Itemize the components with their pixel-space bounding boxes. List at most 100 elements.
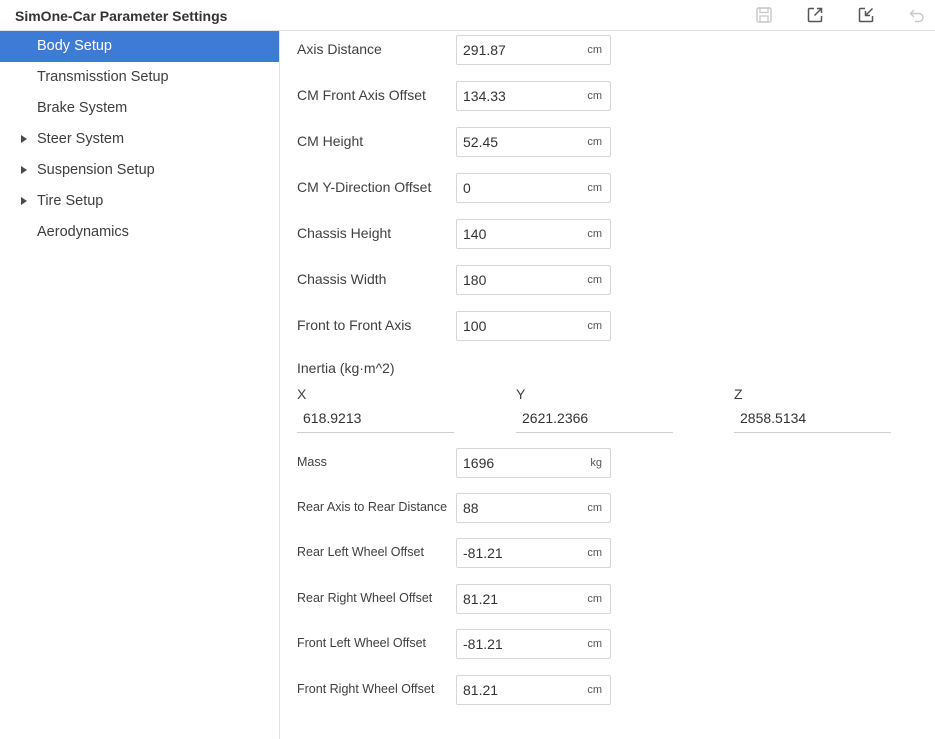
unit-label: cm <box>587 274 602 286</box>
save-icon[interactable] <box>753 4 775 26</box>
chassis-height-input[interactable] <box>463 224 573 244</box>
chassis-width-field[interactable]: cm <box>456 265 611 295</box>
inertia-z-input[interactable] <box>740 408 880 428</box>
export-icon[interactable] <box>804 4 826 26</box>
field-label: Rear Right Wheel Offset <box>297 591 433 605</box>
import-icon[interactable] <box>855 4 877 26</box>
sidebar-item-label: Body Setup <box>37 38 112 54</box>
field-label: Rear Left Wheel Offset <box>297 545 424 559</box>
front-to-front-axis-row: Front to Front Axis cm <box>280 311 935 341</box>
mass-row: Mass kg <box>280 448 935 478</box>
inertia-title: Inertia (kg·m^2) <box>297 360 395 376</box>
sidebar-item-label: Steer System <box>37 131 125 147</box>
rear-axis-to-rear-distance-row: Rear Axis to Rear Distance cm <box>280 493 935 523</box>
rear-right-wheel-offset-input[interactable] <box>463 589 573 609</box>
field-label: CM Y-Direction Offset <box>297 179 432 195</box>
inertia-z-label: Z <box>734 386 743 402</box>
rear-right-wheel-offset-field[interactable]: cm <box>456 584 611 614</box>
sidebar-item-label: Aerodynamics <box>37 224 129 240</box>
unit-label: cm <box>587 684 602 696</box>
unit-label: cm <box>587 502 602 514</box>
inertia-x-label: X <box>297 386 307 402</box>
front-right-wheel-offset-field[interactable]: cm <box>456 675 611 705</box>
undo-icon[interactable] <box>906 4 928 26</box>
sidebar-item-label: Tire Setup <box>37 193 104 209</box>
cm-height-field[interactable]: cm <box>456 127 611 157</box>
sidebar-item-transmission-setup[interactable]: Transmisstion Setup <box>0 62 279 93</box>
axis-distance-field[interactable]: cm <box>456 35 611 65</box>
field-label: Chassis Width <box>297 271 387 287</box>
unit-label: cm <box>587 638 602 650</box>
cm-height-row: CM Height cm <box>280 127 935 157</box>
front-to-front-axis-input[interactable] <box>463 316 573 336</box>
front-right-wheel-offset-input[interactable] <box>463 680 573 700</box>
inertia-x-input[interactable] <box>303 408 443 428</box>
rear-right-wheel-offset-row: Rear Right Wheel Offset cm <box>280 584 935 614</box>
chassis-width-row: Chassis Width cm <box>280 265 935 295</box>
unit-label: cm <box>587 547 602 559</box>
expand-arrow-icon[interactable] <box>21 166 27 174</box>
inertia-y-field[interactable] <box>516 404 673 433</box>
front-right-wheel-offset-row: Front Right Wheel Offset cm <box>280 675 935 705</box>
unit-label: cm <box>587 90 602 102</box>
field-label: Mass <box>297 455 327 469</box>
field-label: Front Right Wheel Offset <box>297 682 435 696</box>
inertia-y-label: Y <box>516 386 526 402</box>
rear-left-wheel-offset-row: Rear Left Wheel Offset cm <box>280 538 935 568</box>
chassis-width-input[interactable] <box>463 270 573 290</box>
axis-distance-input[interactable] <box>463 40 573 60</box>
cm-front-axis-offset-input[interactable] <box>463 86 573 106</box>
sidebar-item-suspension-setup[interactable]: Suspension Setup <box>0 155 279 186</box>
expand-arrow-icon[interactable] <box>21 135 27 143</box>
field-label: CM Height <box>297 133 364 149</box>
sidebar-item-aerodynamics[interactable]: Aerodynamics <box>0 217 279 248</box>
body-setup-panel: Axis Distance cm CM Front Axis Offset cm… <box>280 31 935 739</box>
sidebar-item-brake-system[interactable]: Brake System <box>0 93 279 124</box>
unit-label: cm <box>587 320 602 332</box>
cm-front-axis-offset-field[interactable]: cm <box>456 81 611 111</box>
cm-y-offset-field[interactable]: cm <box>456 173 611 203</box>
front-left-wheel-offset-input[interactable] <box>463 634 573 654</box>
field-label: Front to Front Axis <box>297 317 412 333</box>
cm-front-axis-offset-row: CM Front Axis Offset cm <box>280 81 935 111</box>
mass-input[interactable] <box>463 453 573 473</box>
unit-label: cm <box>587 44 602 56</box>
sidebar-item-label: Brake System <box>37 100 128 116</box>
unit-label: cm <box>587 182 602 194</box>
cm-y-offset-input[interactable] <box>463 178 573 198</box>
unit-label: cm <box>587 228 602 240</box>
field-label: Rear Axis to Rear Distance <box>297 500 448 514</box>
chassis-height-field[interactable]: cm <box>456 219 611 249</box>
rear-axis-to-rear-distance-field[interactable]: cm <box>456 493 611 523</box>
chassis-height-row: Chassis Height cm <box>280 219 935 249</box>
app-title: SimOne-Car Parameter Settings <box>15 8 228 24</box>
front-left-wheel-offset-row: Front Left Wheel Offset cm <box>280 629 935 659</box>
field-label: Front Left Wheel Offset <box>297 636 426 650</box>
field-label: CM Front Axis Offset <box>297 87 426 103</box>
rear-left-wheel-offset-input[interactable] <box>463 543 573 563</box>
axis-distance-row: Axis Distance cm <box>280 35 935 65</box>
sidebar-item-label: Transmisstion Setup <box>37 69 169 85</box>
front-to-front-axis-field[interactable]: cm <box>456 311 611 341</box>
cm-height-input[interactable] <box>463 132 573 152</box>
inertia-z-field[interactable] <box>734 404 891 433</box>
expand-arrow-icon[interactable] <box>21 197 27 205</box>
sidebar-item-tire-setup[interactable]: Tire Setup <box>0 186 279 217</box>
unit-label: kg <box>590 457 602 469</box>
front-left-wheel-offset-field[interactable]: cm <box>456 629 611 659</box>
sidebar-item-body-setup[interactable]: Body Setup <box>0 31 279 62</box>
inertia-x-field[interactable] <box>297 404 454 433</box>
inertia-y-input[interactable] <box>522 408 662 428</box>
unit-label: cm <box>587 593 602 605</box>
cm-y-offset-row: CM Y-Direction Offset cm <box>280 173 935 203</box>
rear-axis-to-rear-distance-input[interactable] <box>463 498 573 518</box>
title-bar: SimOne-Car Parameter Settings <box>0 0 935 31</box>
sidebar-item-label: Suspension Setup <box>37 162 155 178</box>
sidebar: Body Setup Transmisstion Setup Brake Sys… <box>0 31 280 739</box>
field-label: Axis Distance <box>297 41 382 57</box>
mass-field[interactable]: kg <box>456 448 611 478</box>
rear-left-wheel-offset-field[interactable]: cm <box>456 538 611 568</box>
field-label: Chassis Height <box>297 225 392 241</box>
unit-label: cm <box>587 136 602 148</box>
sidebar-item-steer-system[interactable]: Steer System <box>0 124 279 155</box>
